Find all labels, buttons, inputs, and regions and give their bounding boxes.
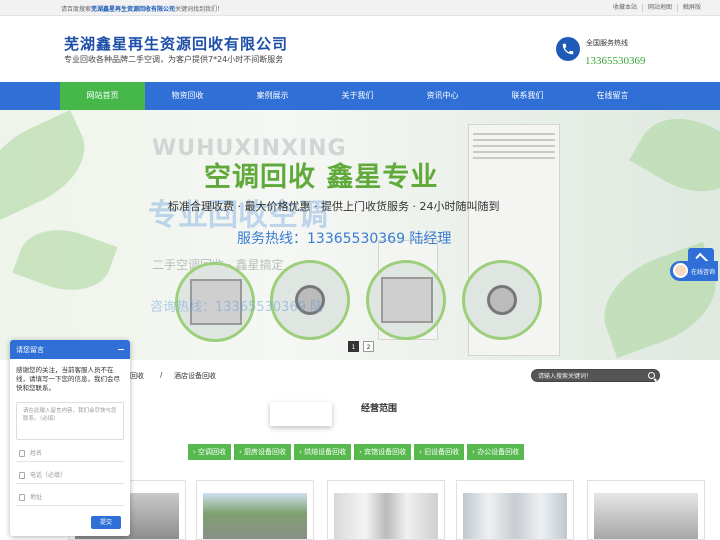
location-icon <box>19 494 25 501</box>
banner-page-2[interactable]: 2 <box>363 341 374 352</box>
message-textarea[interactable]: 请在此输入留言内容，我们会尽快与您联系。（必填） <box>16 402 124 440</box>
search-box <box>531 369 660 382</box>
product-circle-image <box>462 260 542 340</box>
bookmark-link[interactable]: 收藏本站 <box>608 4 642 12</box>
user-icon <box>19 450 25 457</box>
product-image <box>463 493 567 539</box>
nav-message[interactable]: 在线留言 <box>570 82 655 110</box>
banner-subtitle: 标准合理收费 · 最大价格优惠 · 提供上门收货服务 · 24小时随叫随到 <box>168 200 500 213</box>
hero-banner[interactable]: WUHUXINXING 空调回收 鑫星专业 专业回收空调 标准合理收费 · 最大… <box>0 110 720 360</box>
scope-title: 经营范围 <box>361 404 398 414</box>
minimize-icon[interactable] <box>118 349 124 350</box>
submit-button[interactable]: 提交 <box>91 516 121 529</box>
hotline-label: 全国服务热线 <box>586 39 628 47</box>
category-tabs: › 空调回收 › 厨房设备回收 › 烘焙设备回收 › 宾馆设备回收 › 旧设备回… <box>188 444 525 460</box>
product-image <box>203 493 307 539</box>
address-field[interactable]: 地址 <box>16 489 124 506</box>
phone-field[interactable]: 电话（必填） <box>16 467 124 484</box>
banner-ghost-text-3: 咨询热线：13365530369 陆 <box>150 300 324 315</box>
product-image <box>594 493 698 539</box>
banner-service-line: 服务热线：13365530369 陆经理 <box>237 231 452 247</box>
leaf-decoration <box>629 110 720 211</box>
search-input[interactable] <box>538 371 642 381</box>
chat-header[interactable]: 请您留言 <box>10 340 130 359</box>
name-field[interactable]: 姓名 <box>16 445 124 462</box>
site-header: 芜湖鑫星再生资源回收有限公司 专业回收各种品牌二手空调，为客户提供7*24小时不… <box>0 16 720 82</box>
product-image <box>334 493 438 539</box>
product-card[interactable] <box>327 480 445 540</box>
product-card[interactable] <box>456 480 574 540</box>
chat-title: 请您留言 <box>16 346 44 354</box>
breadcrumb-item[interactable]: 回收 <box>130 371 144 381</box>
category-hotel[interactable]: › 宾馆设备回收 <box>354 444 412 460</box>
section-thumbnail <box>270 402 332 426</box>
hint-company: 芜湖鑫星再生资源回收有限公司 <box>91 6 176 13</box>
category-kitchen[interactable]: › 厨房设备回收 <box>234 444 292 460</box>
search-icon[interactable] <box>648 372 655 379</box>
top-bar: 请百度搜索芜湖鑫星再生资源回收有限公司关键词找到我们！ 收藏本站 网站地图 触屏… <box>0 0 720 16</box>
breadcrumb-separator: / <box>160 371 163 379</box>
online-consult-button[interactable]: 在线咨询 <box>670 261 718 281</box>
product-circle-image <box>366 260 446 340</box>
product-card[interactable] <box>196 480 314 540</box>
mobile-version-link[interactable]: 触屏版 <box>676 4 706 12</box>
phone-icon <box>556 37 580 61</box>
nav-news[interactable]: 资讯中心 <box>400 82 485 110</box>
search-hint: 请百度搜索芜湖鑫星再生资源回收有限公司关键词找到我们！ <box>61 6 224 13</box>
consult-label: 在线咨询 <box>691 269 716 276</box>
leaf-decoration <box>0 110 100 220</box>
banner-page-1[interactable]: 1 <box>348 341 359 352</box>
category-baking[interactable]: › 烘焙设备回收 <box>294 444 352 460</box>
nav-recycling[interactable]: 物资回收 <box>145 82 230 110</box>
leave-message-widget: 请您留言 感谢您的关注，当前客服人员不在线，请填写一下您的信息，我们会尽快和您联… <box>10 340 130 536</box>
nav-about[interactable]: 关于我们 <box>315 82 400 110</box>
breadcrumb-item[interactable]: 酒店设备回收 <box>174 371 216 381</box>
category-aircon[interactable]: › 空调回收 <box>188 444 232 460</box>
top-links: 收藏本站 网站地图 触屏版 <box>608 4 706 12</box>
nav-home[interactable]: 网站首页 <box>60 82 145 110</box>
category-used[interactable]: › 旧设备回收 <box>414 444 465 460</box>
nav-cases[interactable]: 案例展示 <box>230 82 315 110</box>
product-card[interactable] <box>587 480 705 540</box>
leaf-decoration <box>12 216 118 304</box>
banner-title: 空调回收 鑫星专业 <box>204 162 439 193</box>
company-slogan: 专业回收各种品牌二手空调，为客户提供7*24小时不间断服务 <box>64 55 284 64</box>
company-name[interactable]: 芜湖鑫星再生资源回收有限公司 <box>64 33 288 54</box>
hotline-number[interactable]: 13365530369 <box>585 55 646 67</box>
banner-pagination: 1 2 <box>348 341 374 352</box>
chat-message: 感谢您的关注，当前客服人员不在线，请填写一下您的信息，我们会尽快和您联系。 <box>16 366 120 392</box>
phone-field-icon <box>19 472 25 479</box>
sitemap-link[interactable]: 网站地图 <box>641 4 677 12</box>
category-office[interactable]: › 办公设备回收 <box>467 444 525 460</box>
agent-avatar <box>673 263 688 278</box>
nav-contact[interactable]: 联系我们 <box>485 82 570 110</box>
main-nav: 网站首页 物资回收 案例展示 关于我们 资讯中心 联系我们 在线留言 <box>0 82 720 110</box>
